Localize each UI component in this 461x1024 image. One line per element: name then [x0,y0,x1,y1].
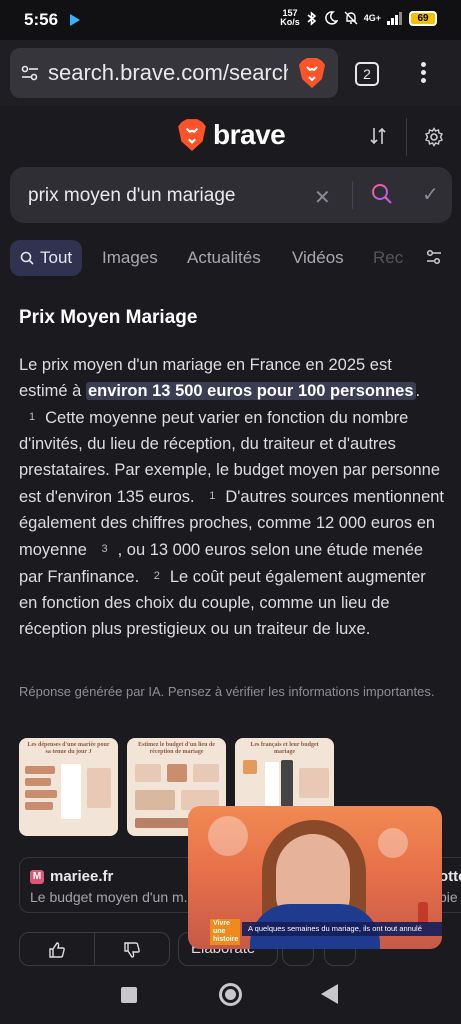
play-store-icon [70,14,80,26]
video-prop [418,902,428,924]
clear-search-icon[interactable]: ✕ [314,185,331,210]
battery-indicator: 69 [409,10,437,26]
citation-badge[interactable]: 2 [144,563,170,589]
sort-arrows-icon[interactable] [368,126,388,146]
answer-text: . [415,382,421,400]
thumbs-up-icon [49,942,65,958]
net-speed-unit: Ko/s [280,17,300,27]
brave-logo[interactable]: brave [177,118,286,152]
thumbs-up-button[interactable] [19,932,95,966]
submit-check-icon[interactable]: ✓ [422,182,439,207]
answer-highlight: environ 13 500 euros pour 100 personnes [85,382,416,400]
citation-badge[interactable]: 1 [199,483,225,509]
signal-icon [387,11,402,25]
network-type: 4G+ [363,13,381,23]
brave-shields-icon[interactable] [298,57,326,89]
thumbnail-caption: Les français et leur budget mariage [250,742,319,755]
search-tabs: Tout Images Actualités Vidéos Rec [0,236,461,280]
recents-button[interactable] [121,987,137,1003]
url-bar[interactable]: search.brave.com/search [10,48,338,98]
tab-switcher-button[interactable]: 2 [355,62,379,86]
source-domain: mariee.fr [50,868,114,885]
bluetooth-icon [307,10,316,26]
back-button[interactable] [321,984,338,1004]
browser-toolbar: search.brave.com/search 2 [0,40,461,106]
thumbs-down-button[interactable] [94,932,170,966]
video-background [208,816,248,856]
moon-icon [324,11,338,25]
citation-badge[interactable]: 3 [91,536,117,562]
bell-muted-icon [344,11,358,25]
header-divider [406,118,407,156]
image-thumbnail[interactable]: Les dépenses d'une mariée pour sa tenue … [19,738,118,836]
brand-wordmark: brave [213,119,286,150]
system-nav-bar [0,966,461,1024]
status-bar: 5:56 157 Ko/s 4G+ 69 [0,0,461,40]
video-caption-bar: A quelques semaines du mariage, ils ont … [242,922,442,936]
settings-gear-icon[interactable] [424,127,444,147]
video-show-tag: Vivre une histoire [210,919,240,945]
source-card[interactable]: M mariee.fr Le budget moyen d'un m... [19,857,199,913]
net-speed: 157 Ko/s [280,9,300,27]
ai-disclaimer: Réponse générée par IA. Pensez à vérifie… [19,684,435,699]
thumbnail-caption: Les dépenses d'une mariée pour sa tenue … [27,742,110,755]
url-text[interactable]: search.brave.com/search [48,60,288,86]
tab-videos[interactable]: Vidéos [292,240,344,276]
tab-recipes[interactable]: Rec [373,240,403,276]
site-settings-icon[interactable] [20,63,40,83]
tab-news[interactable]: Actualités [187,240,261,276]
status-time: 5:56 [24,10,59,29]
tab-images[interactable]: Images [102,240,158,276]
search-icon[interactable] [371,183,393,205]
search-small-icon [20,251,34,265]
source-domain: ottc [439,868,461,885]
search-box: prix moyen d'un mariage ✕ ✓ [10,167,452,223]
overflow-menu-icon[interactable] [418,62,428,86]
answer-body: Le prix moyen d'un mariage en France en … [19,352,444,642]
thumbs-down-icon [124,942,140,958]
citation-badge[interactable]: 1 [19,404,45,430]
brave-lion-icon [178,119,206,151]
tab-all[interactable]: Tout [10,240,83,276]
status-icons: 157 Ko/s 4G+ 69 [280,9,437,27]
filter-icon[interactable] [425,248,443,266]
favicon: M [30,870,44,884]
home-button[interactable] [219,983,242,1006]
search-divider [352,181,353,209]
video-pip-window[interactable]: Vivre une histoire A quelques semaines d… [188,806,442,949]
video-background [378,828,408,858]
search-input[interactable]: prix moyen d'un mariage [28,185,235,207]
source-description: Le budget moyen d'un m... [30,889,196,905]
tab-all-label: Tout [40,248,73,267]
thumbnail-caption: Estimez le budget d'un lieu de réception… [138,742,215,755]
answer-title: Prix Moyen Mariage [19,307,198,328]
